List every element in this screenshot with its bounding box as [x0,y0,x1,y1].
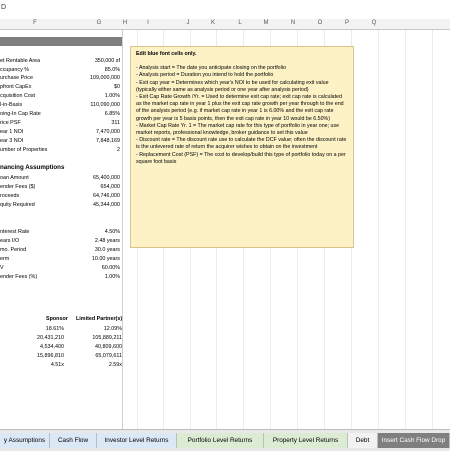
returns-cell[interactable]: 2.59x [109,362,122,368]
loan-row[interactable]: ender Fees (%) 1.00% [0,273,122,282]
returns-cell[interactable]: 18.61% [46,326,64,332]
tab-assumptions[interactable]: y Assumptions [0,433,50,448]
returns-cell[interactable]: 65,079,611 [95,353,122,359]
tab-property-level-returns[interactable]: Property Level Returns [264,433,348,448]
tab-cash-flow[interactable]: Cash Flow [50,433,97,448]
note-item: - Market Cap Rate Yr. 1 = The market cap… [136,122,340,137]
property-row[interactable]: urchase Price 109,000,000 [0,74,122,83]
column-header[interactable]: M [259,20,273,26]
property-row[interactable]: rice PSF 311 [0,119,122,128]
financing-row[interactable]: roceeds 64,746,000 [0,192,122,201]
column-header[interactable]: F [20,20,50,26]
tab-investor-level-returns[interactable]: Investor Level Returns [97,433,177,448]
financing-row[interactable]: oan Amount 65,400,000 [0,174,122,183]
instructions-note[interactable]: Edit blue font cells only. - Analysis st… [130,46,354,248]
returns-cell[interactable]: 12.09% [104,326,122,332]
column-header[interactable]: O [313,20,327,26]
property-row[interactable]: cquisition Cost 1.00% [0,92,122,101]
cell-reference[interactable]: D [1,4,6,11]
loan-row[interactable]: ears I/O 2.48 years [0,237,122,246]
returns-cell[interactable]: 4,534,400 [40,344,64,350]
panel-header-bar [0,37,122,46]
returns-cell[interactable]: 40,809,600 [95,344,122,350]
loan-row[interactable]: erm 10.00 years [0,255,122,264]
loan-row[interactable]: V 60.00% [0,264,122,273]
returns-cell[interactable]: 105,889,211 [92,335,122,341]
tab-debt[interactable]: Debt [348,433,378,448]
returns-cell[interactable]: 20,431,210 [37,335,64,341]
property-row[interactable]: umber of Properties 2 [0,146,122,155]
loan-row[interactable]: mo. Period 30.0 years [0,246,122,255]
returns-cell[interactable]: 15,896,810 [37,353,64,359]
financing-row[interactable]: ender Fees ($) 654,000 [0,183,122,192]
note-item: - Replacement Cost (PSF) = The cost to d… [136,151,346,165]
column-header[interactable]: Q [367,20,381,26]
property-row[interactable]: et Rentable Area 350,000 sf [0,57,122,66]
column-header[interactable]: L [233,20,247,26]
formula-bar: D [0,0,450,20]
column-header[interactable]: N [286,20,300,26]
note-item: - Analysis start = The date you anticipa… [136,65,286,72]
column-header[interactable]: J [181,20,195,26]
sheet-tabs: y Assumptions Cash Flow Investor Level R… [0,429,450,451]
property-row[interactable]: pfront CapEx $0 [0,83,122,92]
note-title: Edit blue font cells only. [136,51,197,57]
loan-row[interactable]: nterest Rate 4.50% [0,228,122,237]
returns-cell[interactable]: 4.51x [51,362,64,368]
column-header[interactable]: G [84,20,114,26]
tab-portfolio-level-returns[interactable]: Portfolio Level Returns [177,433,264,448]
property-row[interactable]: ear 3 NOI 7,848,169 [0,137,122,146]
returns-header-lp: Limited Partner(s) [76,316,123,322]
note-item: - Discount rate = The discount rate use … [136,137,347,151]
note-item: - Exit Cap Rate Growth /Yr. = Used to de… [136,94,344,122]
property-row[interactable]: ear 1 NOI 7,470,000 [0,128,122,137]
financing-row[interactable]: quity Required 45,344,000 [0,201,122,210]
property-row[interactable]: l-in-Basis 110,090,000 [0,101,122,110]
returns-header-sponsor: Sponsor [46,316,68,322]
property-row[interactable]: oing-In Cap Rate 6.85% [0,110,122,119]
note-item: - Exit cap year = Determines which year'… [136,79,329,93]
column-header[interactable]: I [141,20,155,26]
financing-title: nancing Assumptions [0,164,65,171]
column-header[interactable]: P [340,20,354,26]
column-header[interactable]: H [118,20,132,26]
tab-insert-cash-flow-drop[interactable]: Insert Cash Flow Drop [378,433,450,448]
column-headers: F G H I J K L M N O P Q [0,19,450,30]
note-item: - Analysis period = Duration you intend … [136,72,274,79]
column-header[interactable]: K [206,20,220,26]
